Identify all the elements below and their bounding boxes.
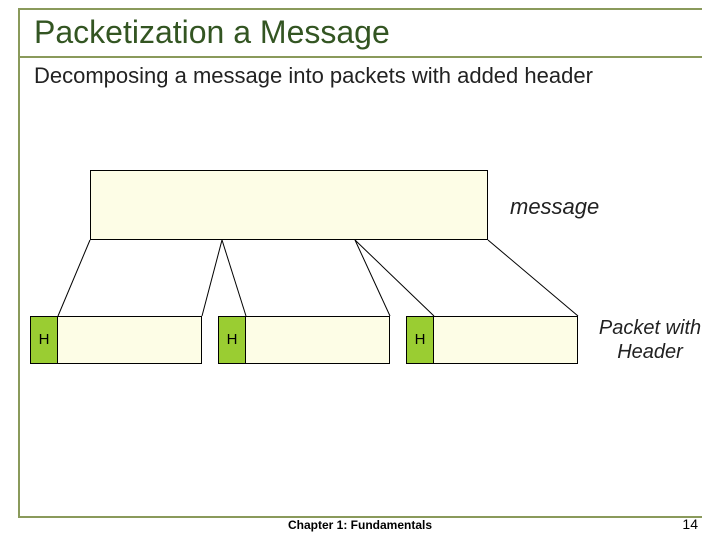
message-box [90, 170, 488, 240]
packet-header-1: H [30, 316, 58, 364]
message-label: message [510, 194, 599, 220]
slide-subtitle: Decomposing a message into packets with … [34, 62, 674, 90]
packet-header-3: H [406, 316, 434, 364]
slide-title: Packetization a Message [34, 14, 390, 51]
packet-with-header-label: Packet with Header [590, 316, 710, 364]
footer-chapter: Chapter 1: Fundamentals [0, 518, 720, 532]
packet-header-2: H [218, 316, 246, 364]
title-underline [18, 56, 702, 58]
footer-page-number: 14 [682, 516, 698, 532]
